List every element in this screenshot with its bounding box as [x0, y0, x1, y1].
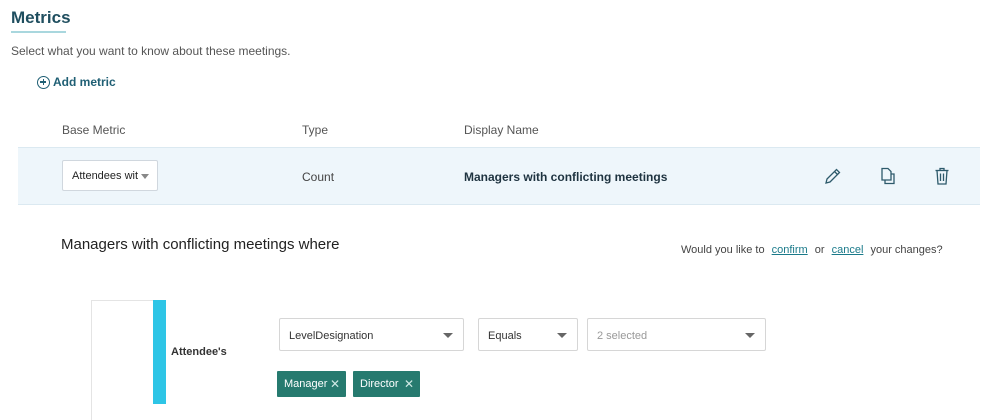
- values-dropdown-placeholder: 2 selected: [597, 330, 648, 342]
- condition-heading: Managers with conflicting meetings where: [61, 236, 340, 253]
- chevron-down-icon: [745, 333, 755, 338]
- confirm-prompt: Would you like to confirm or cancel your…: [681, 244, 943, 256]
- operator-dropdown-value: Equals: [488, 330, 522, 342]
- delete-icon[interactable]: [932, 166, 952, 186]
- base-metric-value: Attendees wit: [72, 170, 139, 182]
- filter-accent-bar: [153, 300, 166, 404]
- field-dropdown[interactable]: LevelDesignation: [279, 318, 464, 351]
- metric-display-name: Managers with conflicting meetings: [464, 170, 668, 184]
- metrics-subtitle: Select what you want to know about these…: [11, 44, 291, 58]
- column-header-type: Type: [302, 123, 329, 137]
- field-dropdown-value: LevelDesignation: [289, 330, 374, 342]
- add-circle-icon: [37, 75, 50, 89]
- add-metric-label: Add metric: [53, 75, 116, 89]
- base-metric-select[interactable]: Attendees wit: [62, 160, 158, 191]
- metric-row: Attendees wit Count Managers with confli…: [18, 147, 980, 205]
- remove-tag-icon[interactable]: ✕: [330, 377, 340, 391]
- confirm-link[interactable]: confirm: [772, 244, 808, 256]
- edit-icon[interactable]: [823, 166, 843, 186]
- remove-tag-icon[interactable]: ✕: [404, 377, 414, 391]
- chevron-down-icon: [557, 333, 567, 338]
- metric-type: Count: [302, 170, 335, 184]
- chevron-down-icon: [141, 174, 149, 179]
- metrics-title: Metrics: [11, 8, 71, 27]
- chevron-down-icon: [443, 333, 453, 338]
- filter-group-label: Attendee's: [171, 346, 227, 358]
- metrics-title-underline: [11, 31, 66, 33]
- tag-label: Director: [360, 378, 399, 390]
- copy-icon[interactable]: [878, 166, 898, 186]
- operator-dropdown[interactable]: Equals: [478, 318, 578, 351]
- tag-label: Manager: [284, 378, 328, 390]
- confirm-prompt-or: or: [814, 244, 825, 256]
- confirm-prompt-prefix: Would you like to: [681, 244, 765, 256]
- confirm-prompt-suffix: your changes?: [870, 244, 943, 256]
- tag-manager: Manager ✕: [277, 371, 346, 397]
- column-header-display-name: Display Name: [464, 123, 539, 137]
- values-dropdown[interactable]: 2 selected: [587, 318, 766, 351]
- add-metric-button[interactable]: Add metric: [37, 75, 116, 89]
- cancel-link[interactable]: cancel: [832, 244, 864, 256]
- column-header-base-metric: Base Metric: [62, 123, 126, 137]
- tag-director: Director ✕: [353, 371, 420, 397]
